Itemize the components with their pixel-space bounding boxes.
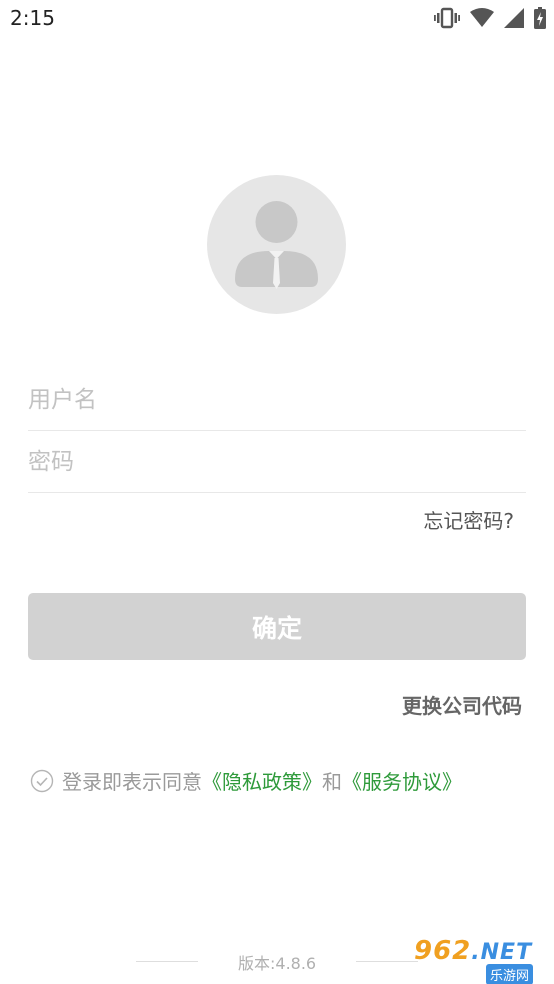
divider — [136, 961, 198, 962]
password-input[interactable] — [28, 431, 526, 492]
privacy-policy-link[interactable]: 《隐私政策》 — [202, 766, 322, 795]
battery-charging-icon — [534, 7, 546, 29]
username-input[interactable] — [28, 369, 526, 430]
agreement-row: 登录即表示同意 《隐私政策》 和 《服务协议》 — [30, 766, 462, 795]
status-time: 2:15 — [10, 6, 55, 30]
forgot-password-link[interactable]: 忘记密码? — [423, 505, 514, 534]
check-circle-icon[interactable] — [30, 769, 54, 793]
agreement-and: 和 — [322, 770, 342, 794]
watermark-main: 962.NET — [414, 936, 533, 966]
watermark-sub: 乐游网 — [486, 964, 534, 984]
signal-icon — [504, 8, 524, 28]
user-avatar-icon — [207, 175, 346, 314]
status-icons — [434, 7, 546, 29]
vibrate-icon — [434, 7, 460, 29]
username-field[interactable] — [28, 369, 526, 431]
status-bar: 2:15 — [0, 0, 554, 38]
version-text: 版本:4.8.6 — [238, 954, 317, 973]
login-screen: 2:15 用户名 忘记密码? 确定 更换公司代码 登录即表示同意 《隐私政策》 … — [0, 0, 554, 984]
change-company-code-link[interactable]: 更换公司代码 — [402, 690, 522, 719]
password-field[interactable] — [28, 431, 526, 493]
service-agreement-link[interactable]: 《服务协议》 — [342, 766, 462, 795]
agreement-prefix: 登录即表示同意 — [62, 770, 202, 794]
confirm-button[interactable]: 确定 — [28, 593, 526, 660]
site-watermark: 962.NET 乐游网 — [414, 936, 548, 984]
avatar-figure — [235, 201, 318, 289]
wifi-icon — [470, 8, 494, 27]
divider — [356, 961, 418, 962]
